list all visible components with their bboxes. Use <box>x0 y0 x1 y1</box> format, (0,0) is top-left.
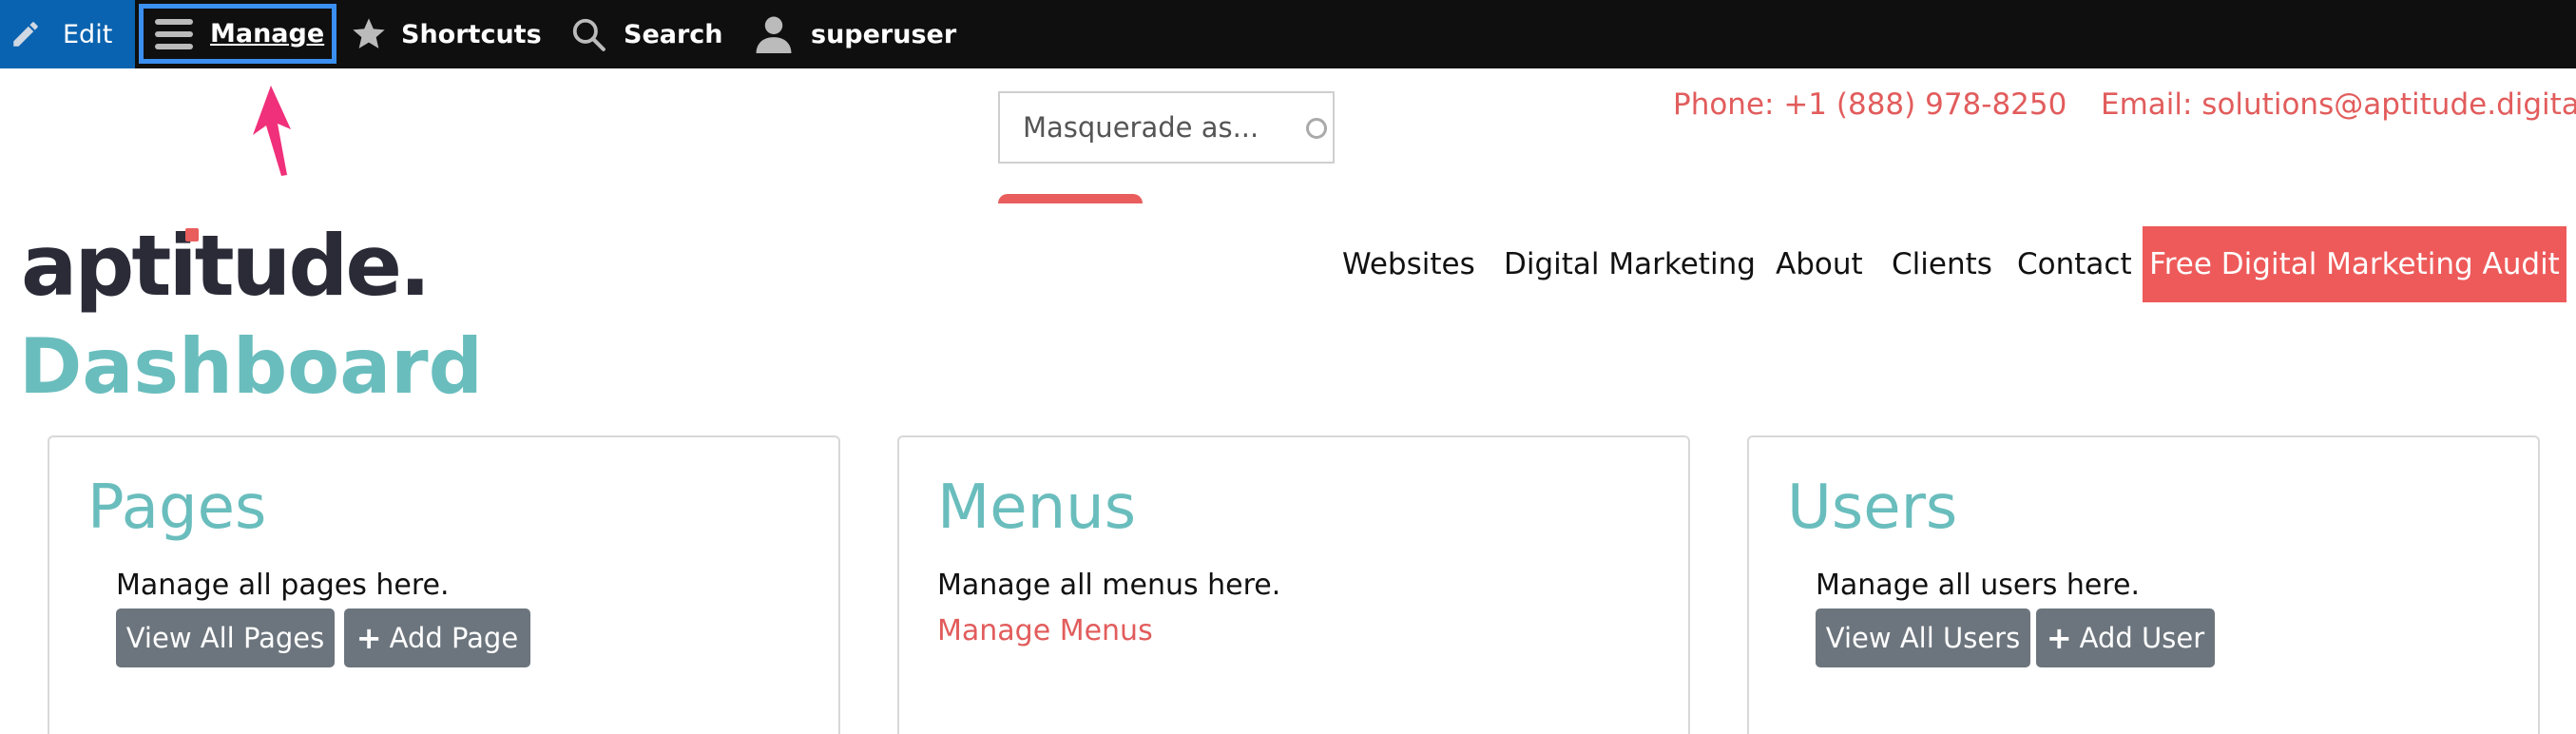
button-label: View All Users <box>1825 622 2021 654</box>
view-all-users-button[interactable]: View All Users <box>1816 608 2030 667</box>
edit-label: Edit <box>63 19 113 49</box>
shortcuts-label: Shortcuts <box>401 19 542 49</box>
user-icon <box>756 16 792 53</box>
shortcuts-button[interactable]: Shortcuts <box>350 0 542 68</box>
masquerade-input[interactable] <box>1023 111 1289 144</box>
nav-contact-link[interactable]: Contact <box>2017 247 2132 281</box>
phone-link[interactable]: Phone: +1 (888) 978-8250 <box>1673 87 2067 122</box>
search-label: Search <box>624 19 723 49</box>
search-icon <box>572 18 606 51</box>
button-label: View All Pages <box>125 622 325 654</box>
nav-digital-marketing[interactable]: Digital Marketing <box>1504 226 1756 302</box>
manage-menus-link[interactable]: Manage Menus <box>937 614 1153 647</box>
admin-toolbar: Edit Manage Shortcuts Search superuser <box>0 0 2576 68</box>
search-button[interactable]: Search <box>570 0 723 68</box>
view-all-pages-button[interactable]: View All Pages <box>116 608 335 667</box>
nav-about-link[interactable]: About <box>1776 247 1863 281</box>
nav-websites[interactable]: Websites <box>1342 226 1475 302</box>
page-title: Dashboard <box>19 322 483 411</box>
card-title: Pages <box>87 473 267 543</box>
nav-websites-link[interactable]: Websites <box>1342 247 1475 281</box>
site-logo[interactable]: aptitude. <box>21 224 431 308</box>
logo-accent-mark <box>185 228 199 241</box>
add-user-button[interactable]: + Add User <box>2036 608 2215 667</box>
manage-button[interactable]: Manage <box>139 4 336 64</box>
nav-digital-marketing-link[interactable]: Digital Marketing <box>1504 247 1756 281</box>
edit-button[interactable]: Edit <box>0 0 135 68</box>
nav-clients[interactable]: Clients <box>1892 226 1992 302</box>
manage-label: Manage <box>210 19 325 48</box>
button-label: Add Page <box>389 622 519 654</box>
nav-about[interactable]: About <box>1776 226 1863 302</box>
free-audit-button[interactable]: Free Digital Marketing Audit <box>2143 226 2566 302</box>
nav-clients-link[interactable]: Clients <box>1892 247 1992 281</box>
card-description: Manage all menus here. <box>937 569 1281 602</box>
button-label: Add User <box>2079 622 2205 654</box>
card-title: Menus <box>937 473 1137 543</box>
card-description: Manage all pages here. <box>116 569 450 602</box>
hamburger-icon <box>155 18 193 49</box>
annotation-arrow-icon <box>253 86 291 176</box>
card-description: Manage all users here. <box>1816 569 2141 602</box>
user-label: superuser <box>811 19 957 49</box>
nav-contact[interactable]: Contact <box>2017 226 2132 302</box>
plus-icon: + <box>2046 620 2072 656</box>
add-page-button[interactable]: + Add Page <box>344 608 530 667</box>
plus-icon: + <box>356 620 382 656</box>
user-menu-button[interactable]: superuser <box>756 0 956 68</box>
menus-card: Menus Manage all menus here. Manage Menu… <box>897 435 1690 734</box>
pages-card: Pages Manage all pages here. View All Pa… <box>48 435 840 734</box>
pencil-icon <box>13 22 38 47</box>
masquerade-button[interactable] <box>998 194 1143 203</box>
loading-spinner-icon <box>1306 118 1327 139</box>
email-link[interactable]: Email: solutions@aptitude.digital <box>2101 87 2576 122</box>
users-card: Users Manage all users here. View All Us… <box>1747 435 2540 734</box>
card-title: Users <box>1787 473 1958 543</box>
masquerade-field[interactable] <box>998 91 1335 164</box>
star-icon <box>353 18 385 48</box>
